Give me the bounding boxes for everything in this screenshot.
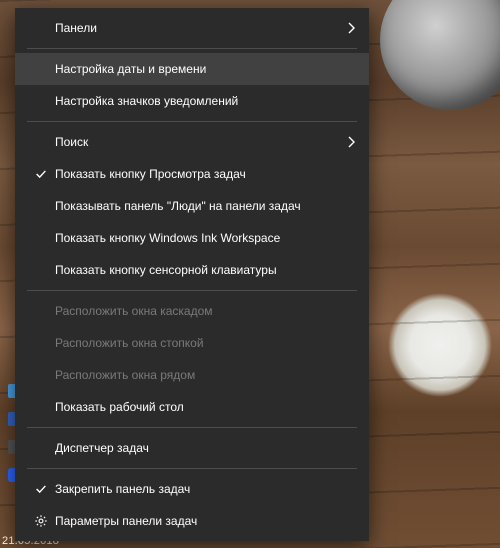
menu-item-label: Расположить окна стопкой: [55, 336, 339, 350]
menu-item-label: Показать рабочий стол: [55, 400, 339, 414]
menu-separator: [27, 48, 357, 49]
menu-item-label: Расположить окна рядом: [55, 368, 339, 382]
menu-item-label: Настройка значков уведомлений: [55, 94, 339, 108]
menu-item: Расположить окна рядом: [15, 359, 369, 391]
menu-separator: [27, 290, 357, 291]
menu-separator: [27, 427, 357, 428]
menu-item-label: Показать кнопку сенсорной клавиатуры: [55, 263, 339, 277]
chevron-right-icon: [339, 136, 355, 148]
chevron-right-icon: [339, 22, 355, 34]
menu-item: Расположить окна стопкой: [15, 327, 369, 359]
menu-item[interactable]: Панели: [15, 12, 369, 44]
menu-item-label: Диспетчер задач: [55, 441, 339, 455]
menu-item[interactable]: Настройка значков уведомлений: [15, 85, 369, 117]
menu-item[interactable]: Поиск: [15, 126, 369, 158]
check-icon: [27, 167, 55, 181]
menu-item-label: Расположить окна каскадом: [55, 304, 339, 318]
menu-item-label: Параметры панели задач: [55, 514, 339, 528]
menu-item-label: Показывать панель "Люди" на панели задач: [55, 199, 339, 213]
menu-item-label: Показать кнопку Просмотра задач: [55, 167, 339, 181]
check-icon: [27, 482, 55, 496]
menu-separator: [27, 121, 357, 122]
menu-item[interactable]: Показать кнопку сенсорной клавиатуры: [15, 254, 369, 286]
menu-item-label: Панели: [55, 21, 339, 35]
menu-item-label: Показать кнопку Windows Ink Workspace: [55, 231, 339, 245]
menu-item[interactable]: Показать рабочий стол: [15, 391, 369, 423]
menu-item[interactable]: Параметры панели задач: [15, 505, 369, 537]
menu-item[interactable]: Показать кнопку Windows Ink Workspace: [15, 222, 369, 254]
menu-item[interactable]: Закрепить панель задач: [15, 473, 369, 505]
menu-item[interactable]: Диспетчер задач: [15, 432, 369, 464]
menu-item: Расположить окна каскадом: [15, 295, 369, 327]
menu-item-label: Настройка даты и времени: [55, 62, 339, 76]
menu-item-label: Закрепить панель задач: [55, 482, 339, 496]
menu-item[interactable]: Показать кнопку Просмотра задач: [15, 158, 369, 190]
menu-separator: [27, 468, 357, 469]
menu-item[interactable]: Показывать панель "Люди" на панели задач: [15, 190, 369, 222]
menu-item[interactable]: Настройка даты и времени: [15, 53, 369, 85]
taskbar-context-menu: Панели Настройка даты и времени Настройка …: [15, 8, 369, 541]
gear-icon: [27, 514, 55, 528]
menu-item-label: Поиск: [55, 135, 339, 149]
